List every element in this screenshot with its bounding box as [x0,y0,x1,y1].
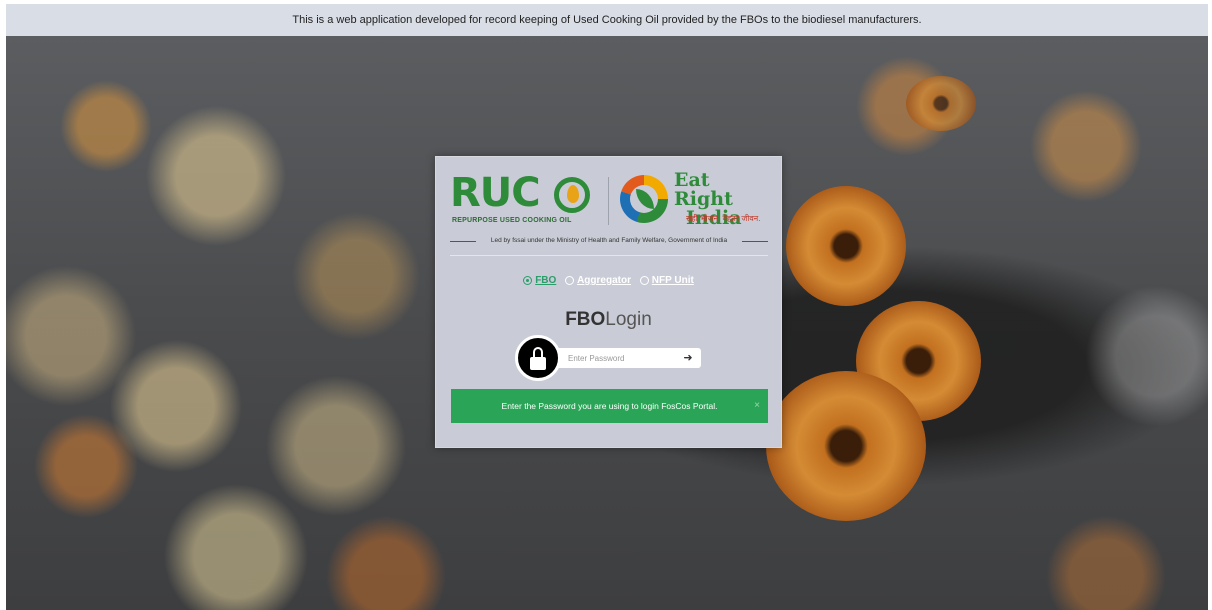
oil-drop-icon [554,177,590,213]
role-option-nfp-unit[interactable]: NFP Unit [639,275,694,286]
role-option-aggregator[interactable]: Aggregator [565,275,631,286]
divider [450,255,768,256]
password-field-wrapper: ➜ [558,348,701,368]
login-card: RUC REPURPOSE USED COOKING OIL Eat Right… [435,156,782,448]
ruco-subtitle: REPURPOSE USED COOKING OIL [452,217,572,224]
logo-divider [608,177,609,225]
lock-body [530,357,546,370]
ruco-logo: RUC [450,170,541,216]
password-input[interactable] [558,348,676,368]
page-title-bold: FBO [565,309,606,330]
info-alert-message: Enter the Password you are using to logi… [501,401,718,411]
role-option-fbo[interactable]: FBO [523,275,556,286]
close-icon[interactable]: × [754,389,760,423]
radio-unchecked-icon[interactable] [639,276,649,285]
lock-icon [515,335,561,381]
info-banner-text: This is a web application developed for … [292,14,922,26]
eat-right-line1: Eat Right [674,169,733,210]
radio-checked-icon[interactable] [523,276,533,285]
fried-snack-image [906,76,976,131]
logo-row: RUC REPURPOSE USED COOKING OIL Eat Right… [450,171,768,231]
page-title: FBOLogin [436,309,781,331]
eat-right-tagline: सही भोजन. बेहतर जीवन. [686,214,761,223]
arrow-right-icon[interactable]: ➜ [679,348,697,368]
role-label-nfp-unit: NFP Unit [651,275,694,286]
role-label-fbo: FBO [535,275,557,286]
page-title-light: Login [605,309,652,330]
fried-snack-image [766,371,926,521]
info-banner: This is a web application developed for … [6,4,1208,36]
info-alert: Enter the Password you are using to logi… [451,389,768,423]
role-selector: FBO Aggregator NFP Unit [436,275,781,288]
role-label-aggregator: Aggregator [577,275,631,286]
led-by-caption: Led by fssai under the Ministry of Healt… [450,235,768,247]
radio-unchecked-icon[interactable] [565,276,575,285]
fried-snack-image [786,186,906,306]
